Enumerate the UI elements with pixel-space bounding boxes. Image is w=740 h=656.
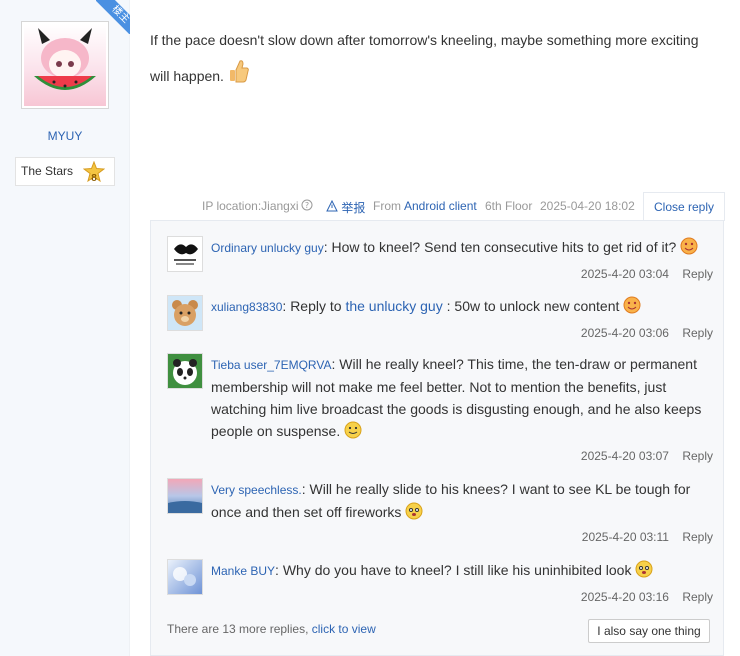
close-reply-button[interactable]: Close reply: [643, 192, 725, 221]
reply-item: Ordinary unlucky guy: How to kneel? Send…: [167, 236, 713, 286]
reply-time: 2025-4-20 03:07: [580, 449, 669, 463]
reply-username[interactable]: xuliang83830: [211, 300, 282, 314]
reply-time: 2025-4-20 03:06: [580, 326, 669, 340]
level-number: 8: [91, 173, 97, 184]
reply-username[interactable]: Very speechless.: [211, 483, 302, 497]
reply-avatar[interactable]: [167, 295, 203, 331]
face-emoji-icon: [623, 296, 641, 320]
reply-avatar[interactable]: [167, 559, 203, 595]
reply-time: 2025-4-20 03:16: [580, 590, 669, 604]
author-avatar[interactable]: [21, 21, 109, 109]
reply-button[interactable]: Reply: [682, 590, 713, 604]
warning-icon: [326, 199, 338, 212]
reply-button[interactable]: Reply: [682, 449, 713, 463]
floor-number: 6th Floor: [485, 199, 533, 213]
post-content: If the pace doesn't slow down after tomo…: [150, 22, 720, 97]
report-link[interactable]: 举报: [326, 199, 365, 216]
post-time: 2025-04-20 18:02: [540, 199, 635, 213]
anime-girl-watermelon-icon: [34, 28, 96, 90]
reply-text: How to kneel? Send ten consecutive hits …: [331, 239, 677, 255]
author-sidebar: 楼主 MYUY The Stars 8: [0, 0, 130, 656]
face-emoji-icon: [635, 560, 653, 584]
svg-text:?: ?: [305, 201, 309, 210]
reply-avatar[interactable]: [167, 478, 203, 514]
author-name[interactable]: MYUY: [0, 129, 130, 143]
reply-target-link[interactable]: the unlucky guy: [345, 298, 442, 314]
help-icon[interactable]: ?: [301, 199, 313, 214]
reply-username[interactable]: Manke BUY: [211, 564, 275, 578]
click-to-view-link[interactable]: click to view: [312, 622, 376, 636]
thumbs-up-icon: [228, 58, 250, 97]
op-ribbon: 楼主: [96, 0, 130, 34]
op-ribbon-label: 楼主: [96, 0, 130, 34]
reply-meta: 2025-4-20 03:11 Reply: [582, 530, 713, 544]
more-replies-notice: There are 13 more replies, click to view: [167, 622, 376, 636]
reply-text: Why do you have to kneel? I still like h…: [282, 562, 632, 578]
post-meta-bar: IP location:Jiangxi ? 举报 From Android cl…: [150, 192, 725, 221]
more-replies-text: There are 13 more replies,: [167, 622, 309, 636]
reply-meta: 2025-4-20 03:16 Reply: [581, 590, 713, 604]
say-something-button[interactable]: I also say one thing: [588, 619, 710, 643]
reply-button[interactable]: Reply: [682, 267, 713, 281]
reply-avatar[interactable]: [167, 353, 203, 389]
reply-item: Manke BUY: Why do you have to kneel? I s…: [167, 559, 713, 609]
reply-item: Very speechless.: Will he really slide t…: [167, 478, 713, 548]
ip-location: IP location:Jiangxi: [202, 199, 299, 213]
reply-meta: 2025-4-20 03:07 Reply: [581, 449, 713, 463]
reply-username[interactable]: Tieba user_7EMQRVA: [211, 358, 332, 372]
reply-text: : 50w to unlock new content: [446, 298, 620, 314]
reply-time: 2025-4-20 03:11: [581, 530, 669, 544]
reply-prefix: Reply to: [290, 298, 342, 314]
level-badge[interactable]: The Stars 8: [15, 157, 115, 186]
reply-button[interactable]: Reply: [682, 326, 713, 340]
from-label: From: [373, 199, 401, 213]
face-emoji-icon: [405, 502, 423, 526]
reply-time: 2025-4-20 03:04: [580, 267, 669, 281]
reply-item: Tieba user_7EMQRVA: Will he really kneel…: [167, 353, 713, 468]
face-emoji-icon: [680, 237, 698, 261]
level-title: The Stars: [21, 164, 74, 178]
client-link[interactable]: Android client: [404, 199, 477, 213]
reply-meta: 2025-4-20 03:04 Reply: [581, 267, 713, 281]
reply-box: Ordinary unlucky guy: How to kneel? Send…: [150, 220, 724, 656]
star-icon: 8: [82, 160, 106, 184]
reply-avatar[interactable]: [167, 236, 203, 272]
reply-username[interactable]: Ordinary unlucky guy: [211, 241, 324, 255]
reply-item: xuliang83830: Reply to the unlucky guy :…: [167, 295, 713, 345]
smile-emoji-icon: [344, 421, 362, 445]
reply-meta: 2025-4-20 03:06 Reply: [581, 326, 713, 340]
reply-button[interactable]: Reply: [682, 530, 713, 544]
